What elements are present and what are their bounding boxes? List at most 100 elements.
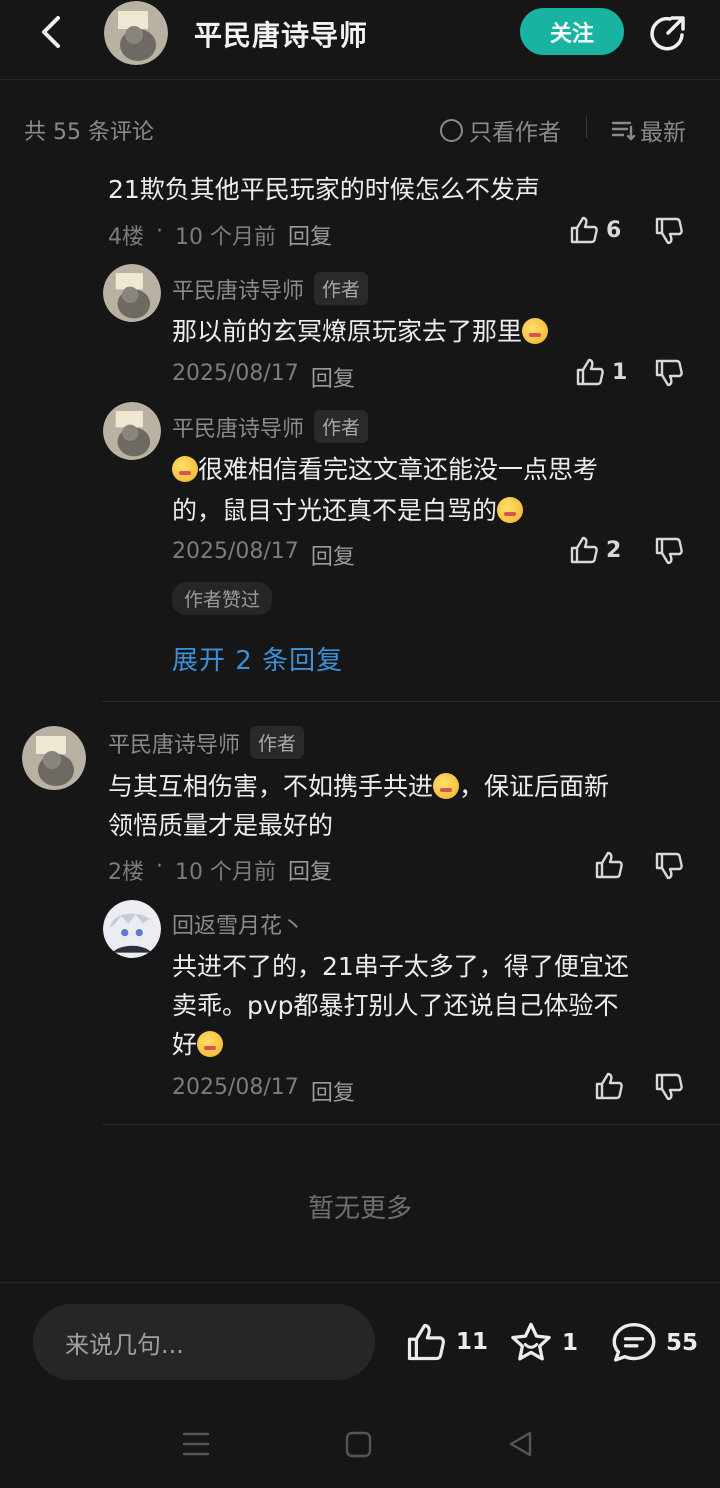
- reply-text-line-1: 共进不了的，21串子太多了，得了便宜还: [172, 952, 629, 981]
- emoji-icon: [433, 773, 460, 799]
- emoji-icon: [197, 1031, 224, 1057]
- reply-text-content: 很难相信看完这文章还能没一点思考: [198, 455, 599, 484]
- thumb-up-icon[interactable]: [593, 849, 625, 881]
- sort-newest-button[interactable]: 最新: [610, 113, 686, 147]
- post-like-button[interactable]: 11: [404, 1320, 488, 1364]
- back-arrow-icon[interactable]: [34, 14, 70, 50]
- reply-author: 平民唐诗导师 作者: [172, 272, 369, 305]
- comment-time: 10 个月前: [175, 225, 276, 250]
- comment-bubble-icon: [612, 1322, 656, 1362]
- comment-input[interactable]: 来说几句...: [33, 1304, 375, 1380]
- author-name[interactable]: 平民唐诗导师: [172, 273, 304, 305]
- thumb-down-icon[interactable]: [653, 1071, 685, 1103]
- comment-text-part: 与其互相伤害，不如携手共进: [108, 772, 434, 801]
- menu-nav-icon[interactable]: [182, 1424, 210, 1464]
- reply-text-content: 好: [172, 1030, 198, 1059]
- reply-date: 2025/08/17: [172, 361, 299, 386]
- reply-button[interactable]: 回复: [288, 854, 332, 886]
- reply-text-line-2: 的，鼠目寸光还真不是白骂的: [172, 490, 524, 532]
- comment-count-button[interactable]: 55: [610, 1320, 698, 1366]
- like-count: 6: [606, 217, 622, 243]
- reply-author: 平民唐诗导师 作者: [172, 410, 369, 443]
- author-name[interactable]: 平民唐诗导师: [108, 727, 240, 759]
- like-button[interactable]: 1: [574, 356, 627, 388]
- top-bar: 平民唐诗导师 关注: [0, 0, 720, 80]
- thumb-down-icon[interactable]: [653, 215, 685, 247]
- thumb-up-icon[interactable]: [593, 1070, 625, 1102]
- reply-button[interactable]: 回复: [311, 361, 355, 393]
- bottom-divider: [0, 1282, 720, 1283]
- floor-label: 4楼: [108, 225, 144, 250]
- like-button[interactable]: 2: [568, 534, 621, 566]
- reply-button[interactable]: 回复: [288, 219, 332, 251]
- reply-date: 2025/08/17: [172, 1075, 299, 1100]
- follow-button[interactable]: 关注: [520, 8, 624, 55]
- radio-circle-icon: [440, 118, 463, 142]
- thumb-down-icon[interactable]: [653, 850, 685, 882]
- avatar[interactable]: [103, 402, 161, 460]
- comment-count: 共 55 条评论: [24, 120, 154, 145]
- divider: [102, 701, 720, 702]
- emoji-icon: [497, 497, 524, 523]
- author-badge: 作者: [250, 726, 305, 759]
- only-author-label: 只看作者: [469, 120, 561, 146]
- comment-time: 10 个月前: [175, 860, 276, 885]
- expand-replies-link[interactable]: 展开 2 条回复: [172, 640, 343, 677]
- back-nav-icon[interactable]: [506, 1424, 536, 1464]
- reply-button[interactable]: 回复: [311, 539, 355, 571]
- avatar[interactable]: [103, 900, 161, 958]
- comment-meta: 2楼 · 10 个月前 回复: [108, 854, 332, 886]
- reply-text-line-1: 很难相信看完这文章还能没一点思考: [172, 449, 598, 491]
- author-avatar[interactable]: [104, 1, 168, 65]
- favorite-count: 1: [562, 1330, 579, 1356]
- like-count: 2: [606, 537, 622, 563]
- meta-dot: ·: [156, 854, 163, 879]
- like-button[interactable]: 6: [568, 214, 621, 246]
- post-like-count: 11: [456, 1329, 489, 1355]
- reply-button[interactable]: 回复: [311, 1075, 355, 1107]
- emoji-icon: [172, 456, 198, 482]
- comment-author: 平民唐诗导师 作者: [108, 726, 305, 759]
- reply-meta: 2025/08/17 回复: [172, 361, 355, 393]
- floor-label: 2楼: [108, 860, 144, 885]
- reply-text-content: 那以前的玄冥燎原玩家去了那里: [172, 317, 523, 346]
- comment-text-part: ，保证后面新: [459, 772, 610, 801]
- thumb-up-icon: [576, 358, 604, 386]
- star-icon: [511, 1322, 551, 1361]
- author-liked-badge: 作者赞过: [172, 582, 273, 615]
- comment-text-line-2: 领悟质量才是最好的: [108, 811, 334, 840]
- thumb-up-icon: [407, 1323, 445, 1361]
- reply-text-line-3: 好: [172, 1024, 224, 1066]
- author-name[interactable]: 平民唐诗导师: [172, 411, 304, 443]
- meta-dot: ·: [156, 219, 163, 244]
- author-name[interactable]: 回返雪月花丶: [172, 908, 304, 940]
- reply-date: 2025/08/17: [172, 539, 299, 564]
- like-count: 1: [612, 359, 628, 385]
- divider: [102, 1124, 720, 1125]
- reply-meta: 2025/08/17 回复: [172, 1075, 355, 1107]
- comment-meta: 4楼 · 10 个月前 回复: [108, 219, 332, 251]
- only-author-toggle[interactable]: 只看作者: [440, 113, 561, 147]
- thumb-up-icon: [570, 216, 598, 244]
- home-nav-icon[interactable]: [344, 1424, 374, 1464]
- reply-text-line-2: 卖乖。pvp都暴打别人了还说自己体验不: [172, 991, 619, 1020]
- share-icon[interactable]: [646, 11, 690, 55]
- author-badge: 作者: [314, 272, 369, 305]
- reply-author: 回返雪月花丶: [172, 908, 304, 940]
- avatar[interactable]: [103, 264, 161, 322]
- avatar[interactable]: [22, 726, 86, 790]
- comment-total-count: 55: [666, 1330, 699, 1356]
- thumb-up-icon: [570, 536, 598, 564]
- reply-text-content: 的，鼠目寸光还真不是白骂的: [172, 496, 498, 525]
- reply-text: 那以前的玄冥燎原玩家去了那里: [172, 311, 549, 353]
- sort-label: 最新: [640, 120, 686, 146]
- thumb-down-icon[interactable]: [653, 357, 685, 389]
- comments-page: 平民唐诗导师 关注 共 55 条评论 只看作者 最新 21欺负其他平民玩家的时候…: [0, 0, 720, 1488]
- comment-text: 21欺负其他平民玩家的时候怎么不发声: [108, 175, 540, 204]
- favorite-button[interactable]: 1: [508, 1320, 578, 1366]
- thumb-down-icon[interactable]: [653, 535, 685, 567]
- page-title: 平民唐诗导师: [194, 19, 369, 52]
- emoji-icon: [522, 318, 549, 344]
- author-badge: 作者: [314, 410, 369, 443]
- no-more-label: 暂无更多: [307, 1194, 412, 1224]
